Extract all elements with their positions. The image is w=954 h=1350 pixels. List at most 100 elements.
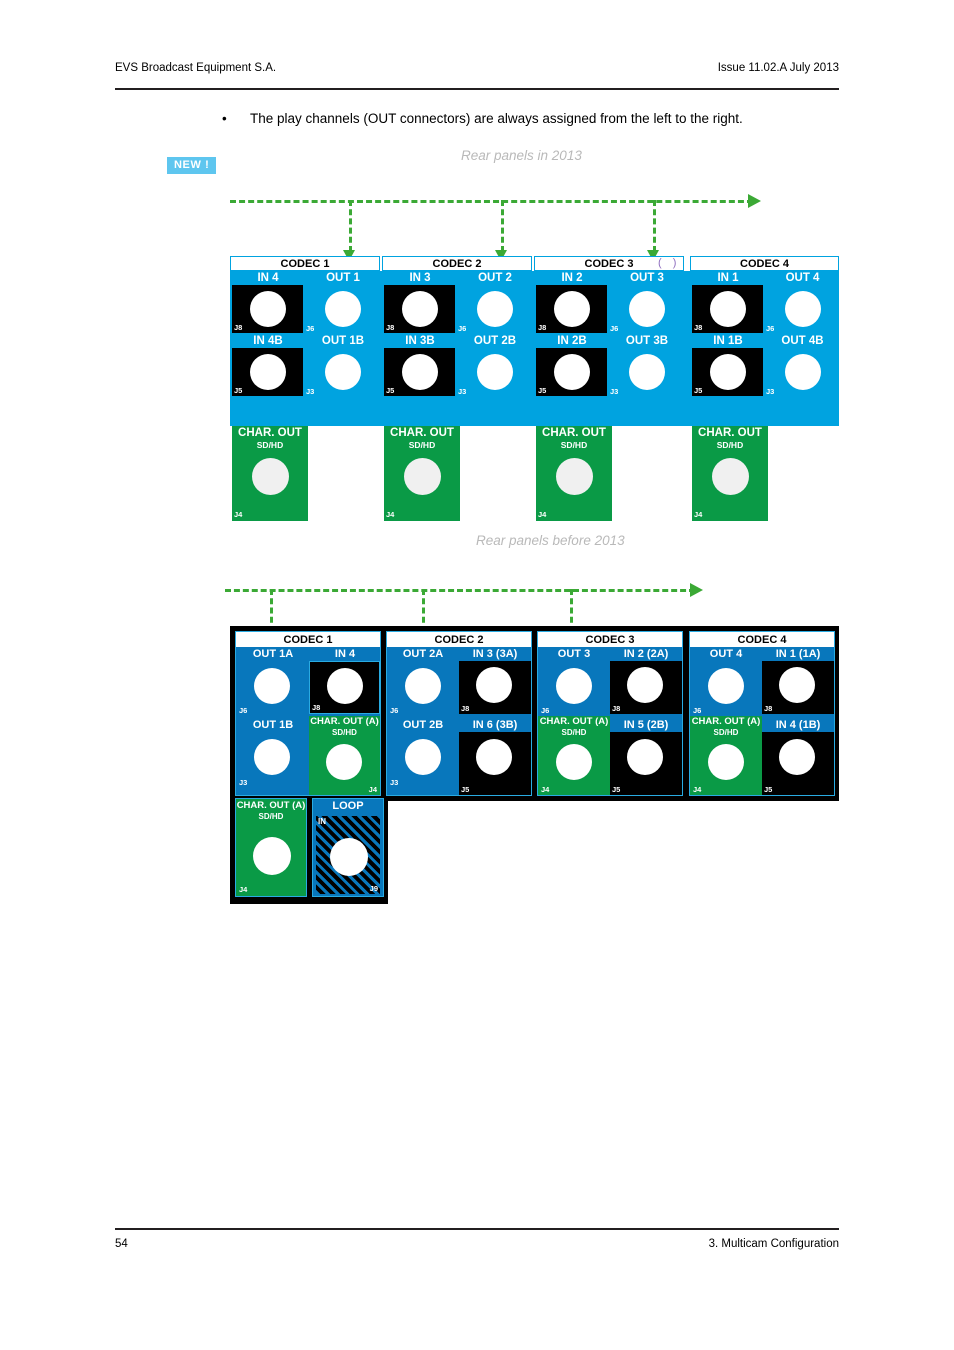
jack-label-char-out-1-b: J4 — [368, 785, 377, 794]
jack-label-loop-in: J9 — [369, 884, 378, 893]
bnc-connector-char-out-1 — [252, 458, 289, 495]
char-out-box-3-b: CHAR. OUT (A) SD/HD J4 — [538, 716, 610, 795]
char-out-title-3: CHAR. OUT — [542, 427, 606, 439]
codec-header-1-b: CODEC 1 — [236, 632, 380, 647]
bnc-connector-in-6-3b — [476, 739, 512, 775]
page-footer: 54 3. Multicam Configuration — [115, 1238, 839, 1250]
label-in-2b: IN 2B — [557, 335, 587, 347]
label-in-4-1b: IN 4 (1B) — [775, 719, 821, 731]
header-company: EVS Broadcast Equipment S.A. — [115, 62, 277, 74]
jack-label-out-4-b: J6 — [693, 706, 702, 715]
artifact-parenthesis-marks: ( ) — [658, 257, 681, 269]
rear-panel-diagram-before-2013: CODEC 1 OUT 1A IN 4 J6 J8 OUT 1B J3 CHAR… — [230, 626, 839, 904]
footer-page-number: 54 — [115, 1238, 128, 1250]
label-in-4b: IN 4B — [253, 335, 283, 347]
flow-right-arrowhead-icon — [748, 194, 761, 208]
footer-rule — [115, 1228, 839, 1230]
connector-box-in-4-b: J8 — [309, 661, 380, 714]
bnc-connector-out-2b — [477, 354, 513, 390]
label-out-2: OUT 2 — [478, 272, 512, 284]
jack-label-out-4b: J3 — [766, 387, 775, 396]
connector-box-in-2-2a: J8 — [610, 661, 682, 714]
label-in-1-1a: IN 1 (1A) — [775, 648, 821, 660]
jack-label-out-1a: J6 — [239, 706, 248, 715]
bnc-connector-in-5-2b — [627, 739, 663, 775]
flow2-right-arrowhead-icon — [690, 583, 703, 597]
bnc-connector-out-4b — [785, 354, 821, 390]
bullet-text: The play channels (OUT connectors) are a… — [250, 111, 743, 126]
char-out-title-4: CHAR. OUT — [698, 427, 762, 439]
codec-header-4: CODEC 4 — [690, 256, 839, 271]
label-out-3b: OUT 3B — [625, 335, 669, 347]
char-out-sub-3: SD/HD — [560, 440, 588, 450]
char-out-title-1-b: CHAR. OUT (A) — [310, 716, 379, 727]
char-out-sub-4: SD/HD — [716, 440, 744, 450]
char-out-title-extra: CHAR. OUT (A) — [236, 800, 306, 811]
codec-panel-3: CODEC 3 OUT 3 IN 2 (2A) J6 J8 CHAR. OUT … — [537, 631, 683, 796]
bnc-connector-in-2 — [554, 291, 590, 327]
connector-box-in-6-3b: J5 — [459, 732, 531, 795]
caption-rear-panels-2013: Rear panels in 2013 — [461, 148, 582, 163]
jack-label-char-out-extra: J4 — [239, 885, 248, 894]
connector-box-in-2: J8 — [536, 285, 607, 333]
jack-label-in-1b: J5 — [694, 386, 703, 395]
bnc-connector-in-2-2a — [627, 667, 663, 703]
jack-label-in-3-3a: J8 — [461, 704, 470, 713]
codec-panel-4: CODEC 4 OUT 4 IN 1 (1A) J6 J8 CHAR. OUT … — [689, 631, 835, 796]
jack-label-char-out-4: J4 — [694, 510, 703, 519]
bnc-connector-out-2a — [405, 668, 441, 704]
jack-label-char-out-3-b: J4 — [541, 785, 550, 794]
bnc-connector-out-1 — [325, 291, 361, 327]
bullet-marker: • — [222, 111, 227, 126]
bnc-connector-out-2 — [477, 291, 513, 327]
bnc-connector-out-3 — [629, 291, 665, 327]
flow-horizontal-line — [230, 200, 753, 203]
bnc-connector-in-1-1a — [779, 667, 815, 703]
label-in-2-2a: IN 2 (2A) — [623, 648, 669, 660]
jack-label-in-5-2b: J5 — [612, 785, 621, 794]
bnc-connector-char-out-3-b — [556, 744, 592, 780]
label-out-1b-b: OUT 1B — [252, 719, 294, 731]
jack-label-in-3b: J5 — [386, 386, 395, 395]
label-in-3-3a: IN 3 (3A) — [472, 648, 518, 660]
connector-box-in-1: J8 — [692, 285, 763, 333]
connector-box-in-1b: J5 — [692, 348, 763, 396]
codec-header-4-b: CODEC 4 — [690, 632, 834, 647]
codec-header-1: CODEC 1 — [230, 256, 380, 271]
jack-label-out-4: J6 — [766, 324, 775, 333]
document-page: EVS Broadcast Equipment S.A. Issue 11.02… — [0, 0, 954, 1350]
jack-label-in-3: J8 — [386, 323, 395, 332]
jack-label-out-2a: J6 — [390, 706, 399, 715]
label-out-2b-b: OUT 2B — [402, 719, 444, 731]
jack-label-out-2: J6 — [458, 324, 467, 333]
bnc-connector-loop-in — [330, 838, 368, 876]
label-in-6-3b: IN 6 (3B) — [472, 719, 518, 731]
bnc-connector-out-4-b — [708, 668, 744, 704]
bnc-connector-in-4-1b — [779, 739, 815, 775]
bnc-connector-out-1a — [254, 668, 290, 704]
rear-panel-diagram-2013: CODEC 1 CODEC 2 CODEC 3 CODEC 4 ( ) IN 4… — [230, 256, 839, 521]
char-out-box-2: CHAR. OUT SD/HD J4 — [384, 426, 460, 521]
new-badge: NEW ! — [167, 157, 217, 174]
codec-panel-1: CODEC 1 OUT 1A IN 4 J6 J8 OUT 1B J3 CHAR… — [235, 631, 381, 796]
connector-box-in-2b: J5 — [536, 348, 607, 396]
loop-title: LOOP — [332, 800, 364, 812]
label-out-3: OUT 3 — [630, 272, 664, 284]
bnc-connector-char-out-2 — [404, 458, 441, 495]
bnc-connector-in-3-3a — [476, 667, 512, 703]
flow-branch-codec2 — [501, 200, 504, 252]
label-in-3b: IN 3B — [405, 335, 435, 347]
char-out-box-4: CHAR. OUT SD/HD J4 — [692, 426, 768, 521]
connector-box-in-3b: J5 — [384, 348, 455, 396]
label-out-4: OUT 4 — [785, 272, 820, 284]
jack-label-out-3: J6 — [610, 324, 619, 333]
loop-hatch-area: IN J9 — [316, 816, 380, 894]
label-out-1b: OUT 1B — [321, 335, 365, 347]
bnc-connector-in-2b — [554, 354, 590, 390]
jack-label-out-1: J6 — [306, 324, 315, 333]
bnc-connector-in-4b — [250, 354, 286, 390]
jack-label-char-out-1: J4 — [234, 510, 243, 519]
bnc-connector-in-1 — [710, 291, 746, 327]
bnc-connector-char-out-4-b — [708, 744, 744, 780]
char-out-box-1-b: CHAR. OUT (A) SD/HD J4 — [309, 716, 380, 795]
